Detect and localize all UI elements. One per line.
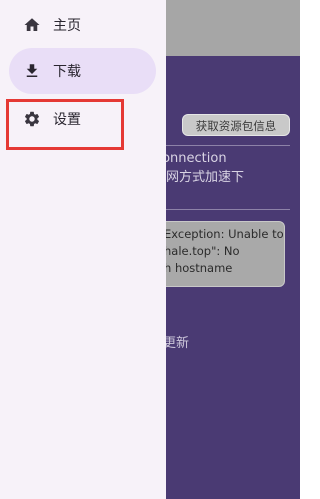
error-line: Exception: Unable to <box>164 227 284 241</box>
screen: 获取资源包信息 如Connection 学上网方式加速下 Exception: … <box>0 0 300 499</box>
divider <box>155 145 290 146</box>
nav-item-download[interactable]: 下载 <box>9 48 156 94</box>
nav-item-label: 下载 <box>53 64 81 80</box>
navigation-drawer: 主页 下载 设置 <box>0 0 166 499</box>
get-resource-info-button[interactable]: 获取资源包信息 <box>182 114 290 136</box>
error-line: hale.top": No <box>164 244 240 258</box>
divider <box>155 209 290 210</box>
error-text: Exception: Unable to hale.top": No h hos… <box>164 226 284 277</box>
download-icon <box>23 62 41 80</box>
nav-item-home[interactable]: 主页 <box>9 2 156 48</box>
home-icon <box>23 16 41 34</box>
highlight-box <box>6 99 124 150</box>
nav-item-label: 主页 <box>53 18 81 34</box>
error-line: h hostname <box>164 261 233 275</box>
error-message-box: Exception: Unable to hale.top": No h hos… <box>145 221 285 287</box>
